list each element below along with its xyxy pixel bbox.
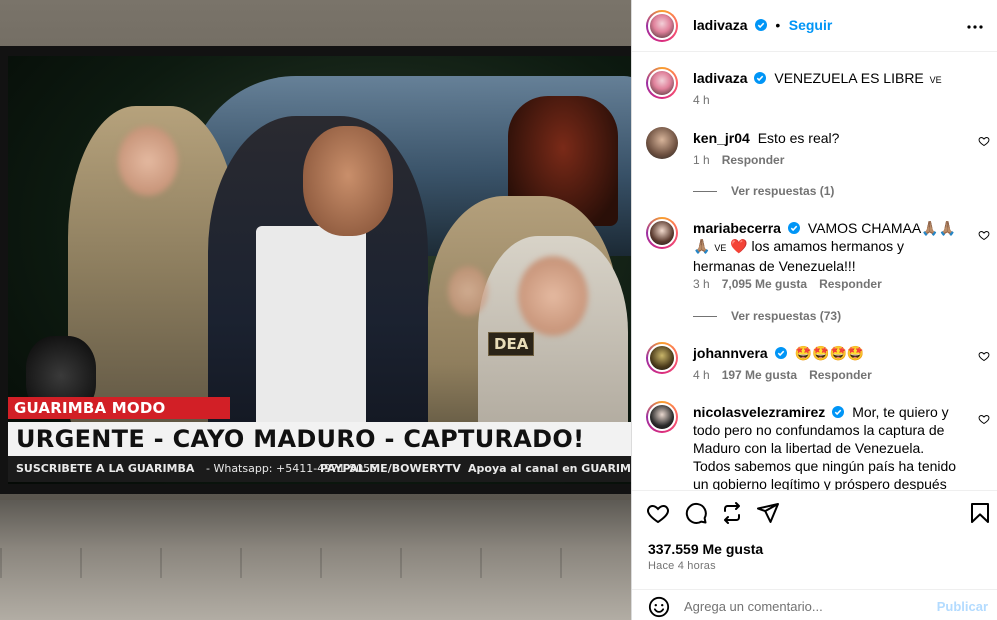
tv-ticker: SUSCRIBETE A LA GUARIMBA - Whatsapp: +54… bbox=[8, 456, 631, 482]
comment-text: johannvera 🤩🤩🤩🤩 bbox=[693, 344, 958, 362]
reply-button[interactable]: Responder bbox=[722, 153, 785, 167]
comment-text: ken_jr04 Esto es real? bbox=[693, 129, 958, 147]
post-side-panel: ladivaza • Seguir ladivaza VENEZUELA ES … bbox=[631, 0, 997, 620]
comment-meta: 3 h 7,095 Me gusta Responder bbox=[693, 277, 882, 291]
reply-button[interactable]: Responder bbox=[819, 277, 882, 291]
man-face bbox=[303, 126, 393, 236]
comment-meta: 4 h 197 Me gusta Responder bbox=[693, 368, 872, 382]
post-media[interactable]: DEA GUARIMBA MODO GUARDIA URGENTE - CAYO… bbox=[0, 0, 631, 620]
more-options-icon[interactable] bbox=[966, 18, 984, 36]
verified-icon bbox=[787, 222, 800, 234]
post-header: ladivaza • Seguir bbox=[632, 0, 997, 52]
dea-patch: DEA bbox=[488, 332, 535, 356]
caption-meta: 4 h bbox=[693, 93, 710, 107]
avatar[interactable] bbox=[646, 401, 678, 433]
comment-body: Esto es real? bbox=[757, 130, 840, 146]
follow-button[interactable]: Seguir bbox=[789, 17, 833, 33]
send-icon[interactable] bbox=[756, 501, 780, 525]
ticker-text: SUSCRIBETE A LA GUARIMBA bbox=[16, 462, 195, 475]
comment-time: 4 h bbox=[693, 368, 710, 382]
comment-likes[interactable]: 197 Me gusta bbox=[722, 368, 797, 382]
view-replies-button[interactable]: Ver respuestas (73) bbox=[693, 309, 841, 323]
avatar[interactable] bbox=[646, 342, 678, 374]
reply-button[interactable]: Responder bbox=[809, 368, 872, 382]
caption-text: ladivaza VENEZUELA ES LIBRE VE bbox=[693, 69, 958, 89]
comment-time: 1 h bbox=[693, 153, 710, 167]
avatar[interactable] bbox=[646, 10, 678, 42]
comment-username[interactable]: ken_jr04 bbox=[693, 130, 750, 146]
heart-icon[interactable] bbox=[978, 135, 990, 147]
flag-ve: VE bbox=[929, 75, 942, 85]
verified-icon bbox=[774, 347, 787, 359]
avatar[interactable] bbox=[646, 67, 678, 99]
comment-text: nicolasvelezramirez Mor, te quiero y tod… bbox=[693, 403, 958, 490]
post-timestamp: Hace 4 horas bbox=[648, 560, 716, 572]
comment-meta: 1 h Responder bbox=[693, 153, 784, 167]
publish-button[interactable]: Publicar bbox=[937, 599, 988, 614]
author-line: ladivaza • Seguir bbox=[693, 17, 832, 35]
flag-ve: VE bbox=[714, 243, 727, 253]
verified-icon bbox=[832, 406, 845, 418]
post-actions: 337.559 Me gusta Hace 4 horas bbox=[632, 490, 997, 590]
heart-icon[interactable] bbox=[978, 413, 990, 425]
comment-username[interactable]: johannvera bbox=[693, 345, 768, 361]
avatar[interactable] bbox=[646, 217, 678, 249]
author-username[interactable]: ladivaza bbox=[693, 70, 747, 86]
author-username[interactable]: ladivaza bbox=[693, 17, 747, 33]
tv-band-red: GUARIMBA MODO GUARDIA bbox=[8, 397, 230, 439]
tv-screen: DEA GUARIMBA MODO GUARDIA URGENTE - CAYO… bbox=[8, 56, 631, 484]
comment-body: 🤩🤩🤩🤩 bbox=[794, 345, 865, 361]
comment-input[interactable] bbox=[684, 594, 924, 618]
blurred-face bbox=[118, 126, 178, 196]
blurred-face bbox=[518, 256, 588, 336]
tv-set: DEA GUARIMBA MODO GUARDIA URGENTE - CAYO… bbox=[0, 46, 631, 494]
room-floor bbox=[0, 500, 631, 620]
comment-username[interactable]: mariabecerra bbox=[693, 220, 781, 236]
blurred-face bbox=[448, 266, 488, 316]
like-count[interactable]: 337.559 Me gusta bbox=[648, 541, 763, 557]
comment-username[interactable]: nicolasvelezramirez bbox=[693, 404, 825, 420]
comment-composer: Publicar bbox=[632, 589, 997, 620]
post-viewer: DEA GUARIMBA MODO GUARDIA URGENTE - CAYO… bbox=[0, 0, 997, 620]
separator-dot: • bbox=[775, 17, 781, 33]
tv-headline: URGENTE - CAYO MADURO - CAPTURADO! bbox=[8, 422, 631, 456]
heart-icon[interactable] bbox=[978, 229, 990, 241]
caption-time: 4 h bbox=[693, 93, 710, 107]
verified-icon bbox=[754, 19, 767, 31]
heart-icon[interactable] bbox=[646, 501, 670, 525]
heart-icon[interactable] bbox=[978, 350, 990, 362]
comment-likes[interactable]: 7,095 Me gusta bbox=[722, 277, 807, 291]
ticker-text: Apoya al canal en GUARIMBADIG bbox=[468, 462, 631, 475]
comment-icon[interactable] bbox=[684, 501, 708, 525]
avatar[interactable] bbox=[646, 127, 678, 159]
verified-icon bbox=[754, 72, 767, 84]
ticker-text: PAYPAL.ME/BOWERYTV bbox=[320, 462, 461, 475]
comment-time: 3 h bbox=[693, 277, 710, 291]
comments-list[interactable]: ladivaza VENEZUELA ES LIBRE VE 4 h ken_j… bbox=[632, 53, 997, 490]
view-replies-button[interactable]: Ver respuestas (1) bbox=[693, 184, 834, 198]
emoji-icon[interactable] bbox=[648, 596, 670, 618]
comment-text: mariabecerra VAMOS CHAMAA🙏🏽🙏🏽🙏🏽 VE ❤️ lo… bbox=[693, 219, 958, 275]
bookmark-icon[interactable] bbox=[968, 501, 992, 525]
share-icon[interactable] bbox=[720, 501, 744, 525]
caption-body: VENEZUELA ES LIBRE bbox=[774, 70, 924, 86]
